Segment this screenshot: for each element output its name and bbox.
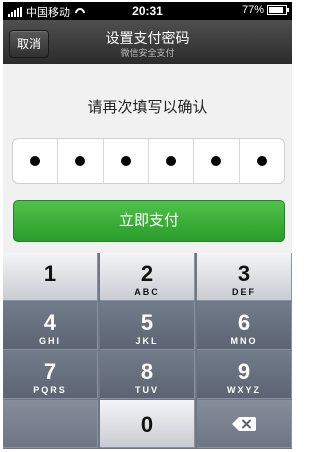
key-letters: PQRS	[33, 385, 67, 395]
pin-cell	[194, 139, 240, 183]
pin-dot	[166, 156, 177, 166]
key-digit: 1	[43, 261, 57, 286]
status-bar: 中国移动 20:31 77%	[3, 2, 292, 20]
key-digit: 2	[140, 261, 154, 286]
key-4[interactable]: 4 GHI	[3, 302, 98, 350]
confirm-prompt: 请再次填写以确认	[87, 99, 208, 116]
key-9[interactable]: 9 WXYZ	[197, 351, 292, 399]
battery-icon	[267, 5, 289, 15]
pin-cell	[58, 139, 104, 183]
key-blank	[3, 400, 98, 448]
key-5[interactable]: 5 JKL	[100, 302, 195, 350]
pin-dot	[256, 156, 267, 166]
pin-cell	[104, 139, 149, 183]
key-digit: 9	[237, 359, 251, 384]
key-0[interactable]: 0	[100, 400, 195, 448]
key-digit: 5	[140, 310, 154, 335]
phone-screen: 中国移动 20:31 77% 取消 设置支付密码 微信安全支付 请再次填写以确认…	[3, 2, 292, 449]
key-letters: JKL	[135, 336, 159, 346]
key-letters: TUV	[135, 385, 159, 395]
key-digit: 3	[237, 261, 251, 286]
key-letters: ABC	[134, 287, 160, 297]
page-subtitle: 微信安全支付	[120, 48, 175, 58]
key-7[interactable]: 7 PQRS	[3, 351, 98, 399]
key-1[interactable]: 1	[3, 253, 98, 301]
numeric-keypad: 1 2 ABC 3 DEF 4 GHI 5 JKL 6 MNO 7 PQRS 8 TUV 9W…	[3, 253, 292, 449]
key-digit: 7	[43, 359, 57, 384]
pin-dot	[120, 156, 131, 166]
backspace-icon	[232, 416, 256, 431]
key-letters: WXYZ	[227, 385, 261, 395]
key-letters: DEF	[232, 287, 256, 297]
battery-percent: 77%	[241, 4, 264, 16]
page-title: 设置支付密码	[105, 30, 190, 46]
key-letters: MNO	[230, 336, 258, 346]
pin-dot	[211, 156, 222, 166]
pin-cell	[240, 139, 284, 183]
pin-dot	[30, 156, 41, 166]
key-3[interactable]: 3 DEF	[197, 253, 292, 301]
key-digit: 8	[140, 359, 154, 384]
key-2[interactable]: 2 ABC	[100, 253, 195, 301]
pin-cell	[149, 139, 195, 183]
navigation-bar: 取消 设置支付密码 微信安全支付	[3, 20, 292, 64]
status-right: 77%	[241, 4, 289, 16]
password-field[interactable]	[12, 138, 285, 184]
pin-dot	[75, 156, 86, 166]
key-digit: 6	[237, 310, 251, 335]
pay-now-button[interactable]: 立即支付	[13, 200, 285, 242]
key-digit: 0	[140, 412, 154, 437]
key-digit: 4	[43, 310, 57, 335]
key-6[interactable]: 6 MNO	[197, 302, 292, 350]
delete-button[interactable]	[197, 400, 292, 448]
pin-cell	[13, 139, 59, 183]
key-8[interactable]: 8 TUV	[100, 351, 195, 399]
key-letters: GHI	[38, 336, 61, 346]
